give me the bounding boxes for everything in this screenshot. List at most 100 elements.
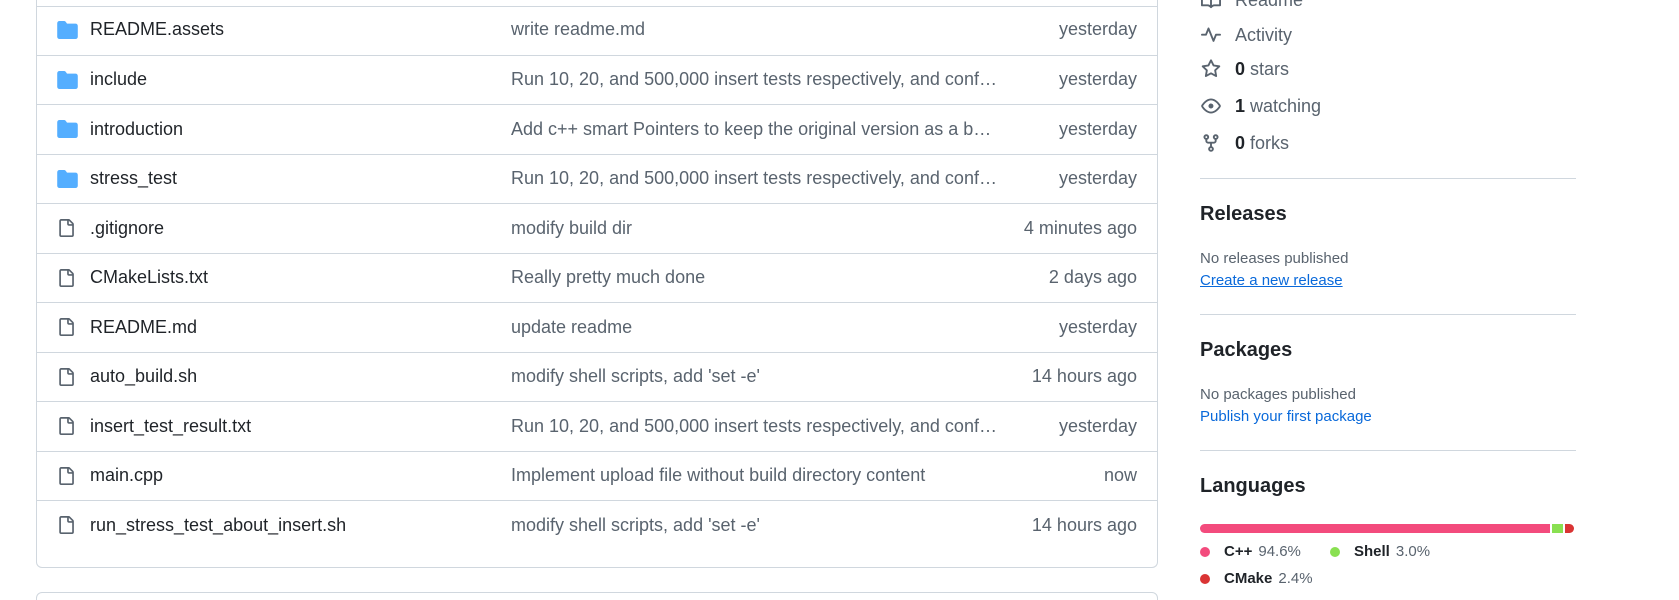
star-icon: [1200, 58, 1222, 80]
forks-link[interactable]: 0 forks: [1200, 130, 1289, 156]
language-cmake[interactable]: CMake 2.4%: [1200, 570, 1313, 587]
commit-time: yesterday: [1058, 19, 1137, 40]
languages-heading: Languages: [1200, 475, 1306, 497]
eye-icon: [1200, 95, 1222, 117]
watching-label: watching: [1250, 95, 1322, 116]
commit-message-link[interactable]: Implement upload file without build dire…: [511, 465, 997, 486]
language-bar-segment: [1552, 524, 1564, 533]
commit-time: yesterday: [1058, 168, 1137, 189]
file-name-link[interactable]: introduction: [90, 119, 183, 140]
languages-bar: [1200, 524, 1574, 533]
book-icon: [1200, 0, 1222, 11]
forks-label: forks: [1250, 132, 1290, 153]
language-name: C++: [1224, 543, 1253, 560]
folder-icon: [57, 70, 79, 90]
language-bar-segment: [1200, 524, 1551, 533]
readme-label: Readme: [1235, 0, 1303, 11]
language-color-dot: [1200, 573, 1210, 584]
table-row[interactable]: run_stress_test_about_insert.sh modify sh…: [37, 500, 1157, 550]
language-color-dot: [1330, 546, 1340, 557]
watching-link[interactable]: 1 watching: [1200, 93, 1321, 119]
readme-box: [36, 592, 1158, 600]
file-name-link[interactable]: auto_build.sh: [90, 366, 197, 387]
file-name-link[interactable]: README.assets: [90, 19, 224, 40]
stars-link[interactable]: 0 stars: [1200, 56, 1289, 82]
commit-message-link[interactable]: Run 10, 20, and 500,000 insert tests res…: [511, 168, 997, 189]
file-name-link[interactable]: README.md: [90, 317, 197, 338]
file-icon: [57, 515, 79, 535]
commit-time: 2 days ago: [1048, 267, 1137, 288]
divider: [1200, 314, 1576, 315]
pulse-icon: [1200, 24, 1222, 46]
file-name-link[interactable]: stress_test: [90, 168, 177, 189]
sidebar: Readme Activity 0 stars 1 watching 0 for…: [1200, 0, 1576, 600]
file-name-link[interactable]: CMakeLists.txt: [90, 267, 208, 288]
table-row[interactable]: insert_test_result.txt Run 10, 20, and 50…: [37, 401, 1157, 451]
releases-heading[interactable]: Releases: [1200, 203, 1287, 226]
commit-time: yesterday: [1058, 118, 1137, 139]
file-name-link[interactable]: .gitignore: [90, 218, 164, 239]
releases-empty-text: No releases published: [1200, 250, 1349, 267]
language-percent: 94.6%: [1258, 543, 1301, 560]
file-icon: [57, 317, 79, 337]
forks-count: 0: [1235, 132, 1246, 153]
file-icon: [57, 416, 79, 436]
divider: [1200, 450, 1576, 451]
watching-count: 1: [1235, 95, 1246, 116]
commit-time: 14 hours ago: [1031, 514, 1137, 535]
file-name-link[interactable]: main.cpp: [90, 465, 163, 486]
table-row[interactable]: stress_test Run 10, 20, and 500,000 inser…: [37, 153, 1157, 204]
commit-message-link[interactable]: Run 10, 20, and 500,000 insert tests res…: [511, 416, 997, 437]
stars-label: stars: [1250, 58, 1290, 79]
file-name-link[interactable]: run_stress_test_about_insert.sh: [90, 515, 346, 536]
commit-message-link[interactable]: Run 10, 20, and 500,000 insert tests res…: [511, 69, 997, 90]
commit-message-link[interactable]: Add c++ smart Pointers to keep the origi…: [511, 119, 997, 140]
commit-time: 4 minutes ago: [1023, 217, 1137, 238]
commit-time: now: [1103, 465, 1137, 486]
language-color-dot: [1200, 546, 1210, 557]
file-icon: [57, 218, 79, 238]
file-icon: [57, 466, 79, 486]
file-table: README.assets write readme.md yesterday inc…: [36, 0, 1158, 568]
table-row[interactable]: CMakeLists.txt Really pretty much done 2 d…: [37, 252, 1157, 303]
readme-link[interactable]: Readme: [1200, 0, 1303, 13]
commit-time: 14 hours ago: [1031, 366, 1137, 387]
file-icon: [57, 367, 79, 387]
language-percent: 3.0%: [1395, 543, 1431, 560]
table-row[interactable]: README.md update readme yesterday: [37, 302, 1157, 352]
fork-icon: [1200, 132, 1222, 154]
commit-message-link[interactable]: update readme: [511, 317, 997, 338]
create-release-link[interactable]: Create a new release: [1200, 272, 1343, 289]
packages-heading[interactable]: Packages: [1200, 339, 1292, 362]
table-row[interactable]: README.assets write readme.md yesterday: [37, 5, 1157, 55]
folder-icon: [57, 169, 79, 189]
language-cpp[interactable]: C++ 94.6%: [1200, 543, 1301, 560]
activity-label: Activity: [1235, 24, 1293, 45]
stars-count: 0: [1235, 58, 1246, 79]
table-row[interactable]: .gitignore modify build dir 4 minutes ago: [37, 203, 1157, 253]
language-shell[interactable]: Shell 3.0%: [1330, 543, 1430, 560]
language-name: CMake: [1224, 570, 1273, 587]
file-name-link[interactable]: insert_test_result.txt: [90, 416, 251, 437]
publish-package-link[interactable]: Publish your first package: [1200, 408, 1372, 425]
commit-time: yesterday: [1058, 415, 1137, 436]
file-name-link[interactable]: include: [90, 69, 147, 90]
language-percent: 2.4%: [1278, 570, 1313, 587]
commit-time: yesterday: [1058, 316, 1137, 337]
folder-icon: [57, 20, 79, 40]
commit-message-link[interactable]: modify build dir: [511, 218, 997, 239]
packages-empty-text: No packages published: [1200, 386, 1356, 403]
table-row[interactable]: auto_build.sh modify shell scripts, add '…: [37, 351, 1157, 402]
language-bar-segment: [1565, 524, 1574, 533]
table-row[interactable]: main.cpp Implement upload file without bu…: [37, 450, 1157, 501]
commit-message-link[interactable]: write readme.md: [511, 19, 997, 40]
divider: [1200, 178, 1576, 179]
table-row[interactable]: include Run 10, 20, and 500,000 insert te…: [37, 54, 1157, 105]
commit-message-link[interactable]: modify shell scripts, add 'set -e': [511, 515, 997, 536]
activity-link[interactable]: Activity: [1200, 22, 1292, 48]
file-icon: [57, 268, 79, 288]
folder-icon: [57, 119, 79, 139]
table-row[interactable]: introduction Add c++ smart Pointers to ke…: [37, 104, 1157, 154]
commit-message-link[interactable]: Really pretty much done: [511, 267, 997, 288]
commit-message-link[interactable]: modify shell scripts, add 'set -e': [511, 366, 997, 387]
